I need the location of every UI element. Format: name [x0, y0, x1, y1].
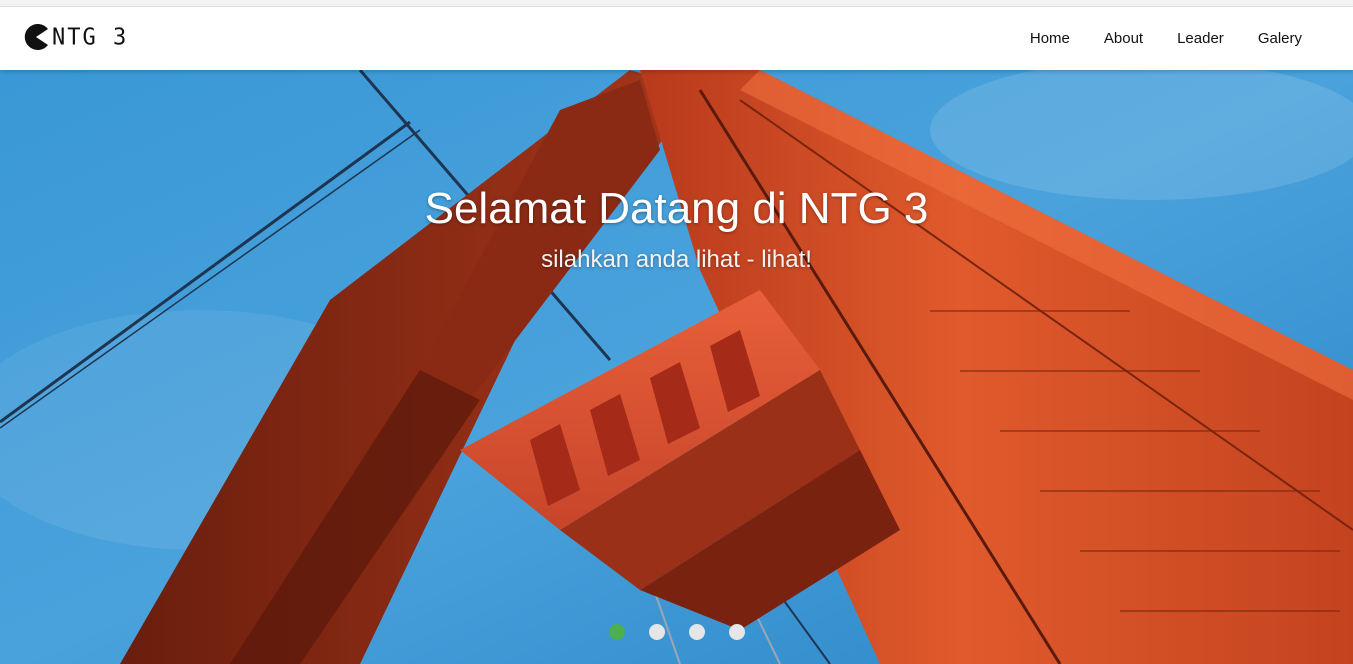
- slider-dot-3[interactable]: [689, 624, 705, 640]
- browser-top-strip: [0, 0, 1353, 7]
- hero-background-image: [0, 70, 1353, 664]
- brand-logo[interactable]: NTG 3: [23, 21, 128, 53]
- slider-dot-4[interactable]: [729, 624, 745, 640]
- hero-subtitle: silahkan anda lihat - lihat!: [541, 246, 812, 273]
- nav-galery[interactable]: Galery: [1241, 27, 1319, 51]
- slider-dot-1[interactable]: [609, 624, 625, 640]
- hero-title: Selamat Datang di NTG 3: [424, 184, 929, 233]
- hero-slider: Selamat Datang di NTG 3 silahkan anda li…: [0, 70, 1353, 664]
- main-nav: Home About Leader Galery: [1013, 27, 1319, 51]
- nav-home[interactable]: Home: [1013, 27, 1087, 51]
- pacman-icon: [23, 23, 49, 51]
- nav-about[interactable]: About: [1087, 27, 1160, 51]
- slider-dot-2[interactable]: [649, 624, 665, 640]
- slider-indicators: [609, 624, 745, 640]
- navbar: NTG 3 Home About Leader Galery: [0, 7, 1353, 70]
- nav-leader[interactable]: Leader: [1160, 27, 1241, 51]
- brand-text: NTG 3: [52, 23, 129, 51]
